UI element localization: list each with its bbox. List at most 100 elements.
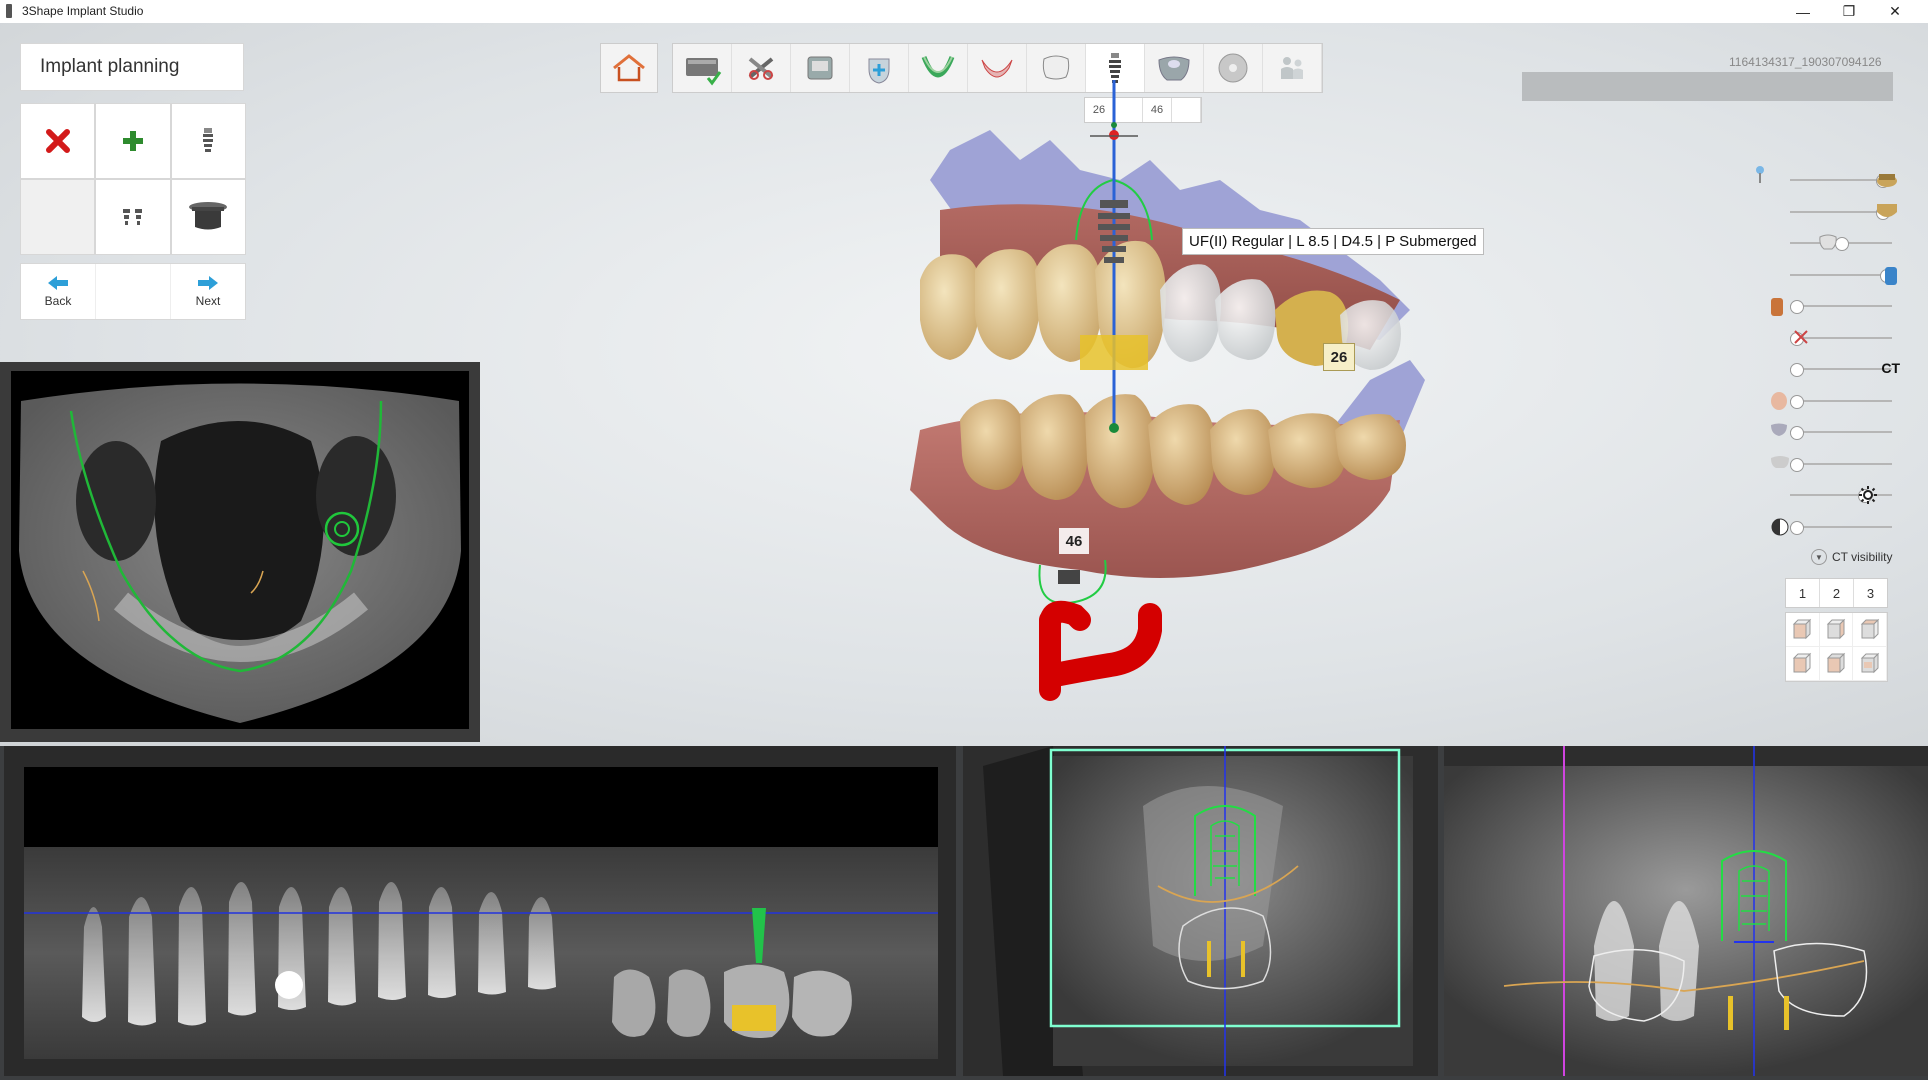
window-title: 3Shape Implant Studio [22, 4, 144, 18]
axial-ct-view[interactable] [0, 362, 480, 742]
view-controls: 1 2 3 [1785, 578, 1888, 682]
nav-row: Back Next [20, 263, 246, 320]
title-bar: 3Shape Implant Studio — ❐ ✕ [0, 0, 1928, 24]
slider-ct[interactable]: CT [1770, 354, 1900, 386]
slider-face[interactable] [1770, 386, 1900, 418]
slider-lower-scan[interactable] [1770, 197, 1900, 229]
view-tab-1[interactable]: 1 [1786, 579, 1820, 607]
back-label: Back [44, 293, 72, 308]
cylinder-blue-icon [1885, 266, 1897, 285]
ct-visibility-label: CT visibility [1832, 550, 1893, 564]
slider-teeth[interactable] [1770, 228, 1900, 260]
cross-section-view-2[interactable] [1444, 746, 1928, 1076]
tool-grid [20, 103, 246, 255]
tools-icon [748, 57, 774, 80]
lower-model-icon [1877, 203, 1897, 217]
guide-small-icon [1771, 423, 1787, 436]
slider-knob[interactable] [1790, 520, 1804, 535]
step-order-form[interactable] [673, 44, 732, 92]
slider-implant[interactable] [1770, 260, 1900, 292]
slider-knob[interactable] [1790, 394, 1804, 409]
contrast-icon [1771, 518, 1789, 535]
cross-section-image-2 [1444, 746, 1928, 1076]
cube-bottom-icon [1826, 652, 1846, 673]
tooth-label-46[interactable]: 46 [1059, 528, 1089, 554]
ct-label: CT [1881, 360, 1900, 376]
sleeve-icon [189, 202, 228, 230]
delete-implant-button[interactable] [21, 104, 95, 178]
view-preset-bottom[interactable] [1819, 647, 1854, 681]
cylinder-orange-icon [1771, 298, 1783, 316]
order-form-icon [686, 58, 722, 86]
view-preset-front[interactable] [1786, 613, 1820, 647]
step-ct-import[interactable] [791, 44, 850, 92]
case-id: 1164134317_190307094126 [1729, 55, 1882, 69]
slider-guide[interactable] [1770, 417, 1900, 449]
ct-visibility-toggle[interactable]: ▼ CT visibility [1811, 549, 1892, 565]
cube-back-icon [1860, 652, 1879, 673]
home-icon [613, 54, 645, 82]
view-preset-right[interactable] [1853, 613, 1887, 647]
slider-model[interactable] [1770, 449, 1900, 481]
panoramic-image [24, 847, 938, 1059]
restore-button[interactable]: ❐ [1826, 0, 1872, 23]
view-preset-top[interactable] [1786, 647, 1820, 681]
view-preset-back[interactable] [1853, 647, 1887, 681]
panoramic-view[interactable] [4, 746, 956, 1076]
scissors-icon [1794, 329, 1808, 344]
multi-implant-button[interactable] [96, 180, 170, 254]
cross-section-image-1 [963, 746, 1438, 1076]
cross-section-view-1[interactable] [963, 746, 1438, 1076]
pin-icon [1756, 166, 1764, 183]
cube-top-icon [1793, 652, 1812, 673]
minimize-button[interactable]: — [1780, 0, 1826, 23]
multi-implant-icon [122, 209, 142, 225]
face-icon [1771, 391, 1787, 410]
slider-brightness[interactable] [1770, 480, 1900, 512]
sleeve-button[interactable] [171, 180, 245, 254]
add-implant-icon [122, 131, 143, 151]
bottom-views [0, 746, 1928, 1080]
app-icon [6, 4, 12, 18]
view-tab-2[interactable]: 2 [1820, 579, 1854, 607]
implant-button[interactable] [171, 104, 245, 178]
slider-knob[interactable] [1790, 457, 1804, 472]
visibility-sliders: CT [1756, 165, 1900, 544]
ct-scan-icon [807, 56, 833, 80]
tooth-label-26[interactable]: 26 [1323, 343, 1355, 371]
home-button[interactable] [600, 43, 658, 93]
cube-right-icon [1860, 618, 1879, 639]
step-scan-settings[interactable] [732, 44, 791, 92]
implant-tooltip: UF(II) Regular | L 8.5 | D4.5 | P Submer… [1182, 228, 1484, 255]
chevron-down-icon: ▼ [1811, 549, 1827, 565]
tooth-icon [1819, 234, 1837, 250]
close-button[interactable]: ✕ [1872, 0, 1918, 23]
dental-3d-model[interactable] [880, 70, 1580, 720]
back-button[interactable]: Back [21, 264, 95, 319]
sun-icon [1859, 486, 1877, 504]
slider-knob[interactable] [1790, 363, 1804, 377]
slider-sleeve[interactable] [1770, 291, 1900, 323]
add-implant-button[interactable] [96, 104, 170, 178]
arrow-left-icon [48, 275, 68, 290]
view-preset-left[interactable] [1819, 613, 1854, 647]
axial-ct-image [19, 383, 461, 723]
model-icon [1771, 455, 1789, 468]
slider-knob[interactable] [1790, 426, 1804, 440]
slider-contrast[interactable] [1770, 512, 1900, 544]
slider-nerve[interactable] [1770, 323, 1900, 355]
slider-knob[interactable] [1790, 300, 1804, 314]
upper-model-icon [1877, 174, 1897, 187]
arrow-right-icon [198, 275, 218, 290]
empty-tool-slot [21, 180, 95, 254]
implant-icon [203, 128, 214, 152]
next-button[interactable]: Next [171, 264, 245, 319]
slider-upper-scan[interactable] [1770, 165, 1900, 197]
view-tab-3[interactable]: 3 [1854, 579, 1887, 607]
next-label: Next [195, 293, 221, 308]
cube-front-icon [1793, 618, 1812, 639]
delete-implant-icon [45, 129, 70, 153]
view-number-tabs: 1 2 3 [1785, 578, 1888, 608]
panel-title: Implant planning [20, 43, 244, 91]
nav-spacer [95, 264, 171, 319]
